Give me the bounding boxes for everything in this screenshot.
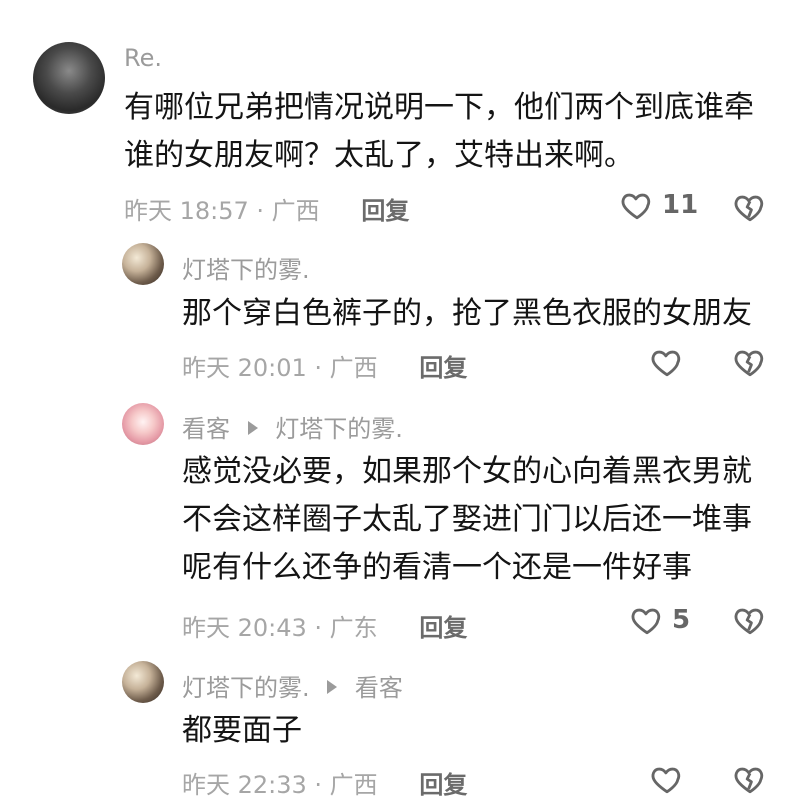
- comment-time: 昨天 20:01 · 广西: [182, 354, 378, 382]
- comment-time: 昨天 18:57 · 广西: [124, 197, 320, 225]
- reply-button[interactable]: 回复: [419, 771, 467, 799]
- comment-text: 有哪位兄弟把情况说明一下，他们两个到底谁牵 谁的女朋友啊？太乱了，艾特出来啊。: [124, 84, 754, 180]
- like-button[interactable]: [650, 346, 692, 378]
- comment-username-row: 看客 灯塔下的雾.: [182, 409, 403, 444]
- avatar[interactable]: [122, 403, 164, 445]
- comment-line: 感觉没必要，如果那个女的心向着黑衣男就: [182, 454, 752, 489]
- dislike-button[interactable]: [733, 191, 767, 223]
- comment-line: 那个穿白色裤子的，抢了黑色衣服的女朋友: [182, 296, 752, 331]
- comment-time: 昨天 22:33 · 广西: [182, 771, 378, 799]
- broken-heart-icon: [733, 346, 767, 378]
- heart-outline-icon: [650, 346, 684, 378]
- reply-button[interactable]: 回复: [419, 354, 467, 382]
- like-button[interactable]: [650, 763, 692, 795]
- comment-meta: 昨天 22:33 · 广西 回复: [182, 765, 467, 800]
- comment-username[interactable]: Re.: [124, 44, 162, 72]
- broken-heart-icon: [733, 763, 767, 795]
- dislike-button[interactable]: [733, 346, 767, 378]
- comment-username[interactable]: 看客: [182, 415, 230, 443]
- avatar[interactable]: [122, 661, 164, 703]
- comment-line: 不会这样圈子太乱了娶进门门以后还一堆事: [182, 502, 752, 537]
- comment-thread: Re. 有哪位兄弟把情况说明一下，他们两个到底谁牵 谁的女朋友啊？太乱了，艾特出…: [0, 0, 800, 809]
- broken-heart-icon: [733, 191, 767, 223]
- avatar[interactable]: [33, 42, 105, 114]
- comment-meta: 昨天 20:01 · 广西 回复: [182, 348, 467, 383]
- reply-target-username[interactable]: 看客: [355, 674, 403, 702]
- like-button[interactable]: 5: [630, 604, 690, 636]
- comment-line: 谁的女朋友啊？太乱了，艾特出来啊。: [124, 138, 634, 173]
- dislike-button[interactable]: [733, 604, 767, 636]
- dislike-button[interactable]: [733, 763, 767, 795]
- comment-meta: 昨天 18:57 · 广西 回复: [124, 191, 409, 226]
- comment-text: 那个穿白色裤子的，抢了黑色衣服的女朋友: [182, 290, 752, 338]
- comment-line: 都要面子: [182, 713, 302, 748]
- reply-button[interactable]: 回复: [419, 614, 467, 642]
- reply-target-username[interactable]: 灯塔下的雾.: [275, 415, 403, 443]
- reply-arrow-icon: [327, 680, 338, 694]
- comment-text: 都要面子: [182, 707, 302, 755]
- like-count: 5: [672, 605, 691, 635]
- comment-text: 感觉没必要，如果那个女的心向着黑衣男就 不会这样圈子太乱了娶进门门以后还一堆事 …: [182, 448, 752, 592]
- comment-meta: 昨天 20:43 · 广东 回复: [182, 608, 467, 643]
- comment-username-row: 灯塔下的雾. 看客: [182, 668, 403, 703]
- reply-arrow-icon: [247, 421, 258, 435]
- broken-heart-icon: [733, 604, 767, 636]
- comment-line: 有哪位兄弟把情况说明一下，他们两个到底谁牵: [124, 90, 754, 125]
- heart-outline-icon: [620, 189, 654, 221]
- comment-username[interactable]: 灯塔下的雾.: [182, 674, 310, 702]
- comment-line: 呢有什么还争的看清一个还是一件好事: [182, 550, 692, 585]
- like-button[interactable]: 11: [620, 189, 698, 221]
- like-count: 11: [662, 190, 699, 220]
- avatar[interactable]: [122, 243, 164, 285]
- comment-time: 昨天 20:43 · 广东: [182, 614, 378, 642]
- reply-button[interactable]: 回复: [361, 197, 409, 225]
- heart-outline-icon: [630, 604, 664, 636]
- heart-outline-icon: [650, 763, 684, 795]
- comment-username[interactable]: 灯塔下的雾.: [182, 250, 310, 285]
